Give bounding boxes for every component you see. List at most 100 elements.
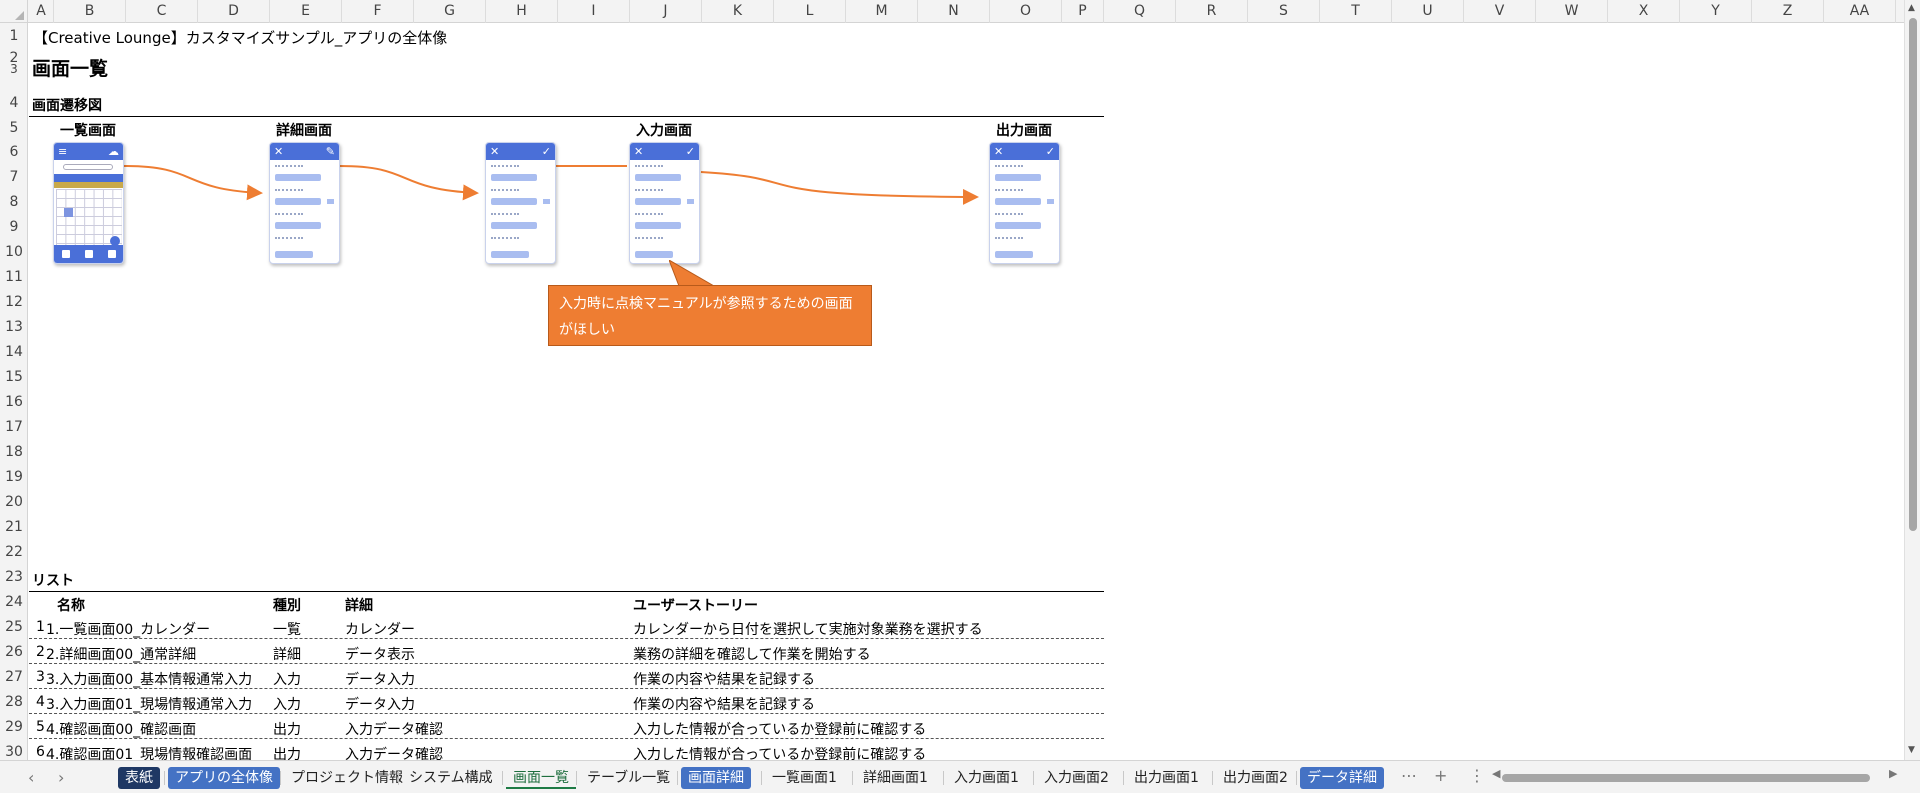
column-header[interactable]: N [918,0,990,23]
row-header[interactable]: 26 [0,640,27,665]
tab-prev-icon[interactable]: ‹ [28,768,34,787]
column-header[interactable]: K [702,0,774,23]
sheet-tab[interactable]: 入力画面2 [1037,767,1116,789]
sheet-tab[interactable]: 出力画面1 [1127,767,1206,789]
scroll-right-icon[interactable]: ▶ [1889,767,1897,780]
column-header[interactable]: L [774,0,846,23]
horizontal-scrollbar[interactable] [1502,773,1886,783]
scroll-down-icon: ▼ [1908,745,1915,755]
row-header[interactable]: 14 [0,340,27,365]
row-header[interactable]: 20 [0,490,27,515]
check-icon: ✓ [685,145,695,158]
callout-note[interactable]: 入力時に点検マニュアルが参照するための画面がほしい [548,285,872,346]
sheet-tab[interactable]: プロジェクト情報 [284,767,410,789]
column-header[interactable]: G [414,0,486,23]
column-header[interactable]: S [1248,0,1320,23]
column-header[interactable]: R [1176,0,1248,23]
tab-separator [1212,771,1213,785]
phone-mock-list-screen: ≡ ☁ [53,142,124,264]
close-icon: ✕ [994,145,1004,158]
sheet-tab[interactable]: 一覧画面1 [765,767,844,789]
column-header[interactable]: Q [1104,0,1176,23]
sheet-tab[interactable]: データ詳細 [1300,767,1384,789]
sheet-tab[interactable]: テーブル一覧 [580,767,677,789]
column-header[interactable]: B [54,0,126,23]
sheet-tab[interactable]: 詳細画面1 [856,767,935,789]
horizontal-scroll-thumb[interactable] [1502,774,1870,782]
column-header[interactable]: F [342,0,414,23]
row-header[interactable]: 22 [0,540,27,565]
row-header[interactable]: 11 [0,265,27,290]
row-header[interactable]: 12 [0,290,27,315]
search-field-icon [63,164,113,170]
column-header[interactable]: Z [1752,0,1824,23]
sheet-tab[interactable]: 画面一覧 [506,767,576,789]
column-header[interactable]: T [1320,0,1392,23]
column-header[interactable]: X [1608,0,1680,23]
sheet-options-icon[interactable]: ⋮ [1469,766,1485,785]
sheet-tab[interactable]: 入力画面1 [947,767,1026,789]
column-header[interactable]: Y [1680,0,1752,23]
column-header[interactable]: V [1464,0,1536,23]
row-header[interactable]: 24 [0,590,27,615]
row-header[interactable]: 17 [0,415,27,440]
column-header[interactable]: I [558,0,630,23]
row-header[interactable]: 15 [0,365,27,390]
add-sheet-icon[interactable]: + [1434,766,1447,785]
tab-separator [398,771,399,785]
column-header[interactable]: D [198,0,270,23]
column-header[interactable]: U [1392,0,1464,23]
vertical-scrollbar[interactable]: ▲ ▼ [1904,0,1920,760]
column-header[interactable]: C [126,0,198,23]
vertical-scroll-thumb[interactable] [1909,18,1917,531]
column-header[interactable]: AA [1824,0,1896,23]
phone-mock-output-screen: ✕ ✓ [989,142,1060,264]
row-header[interactable]: 3 [0,63,27,75]
list-row-separator [29,688,1104,689]
list-row-name: 1.一覧画面00_カレンダー [46,622,211,638]
sheet-tab[interactable]: アプリの全体像 [168,767,280,789]
sheet-grid[interactable]: 【Creative Lounge】カスタマイズサンプル_アプリの全体像 画面一覧… [29,24,1904,760]
list-row-detail: データ表示 [345,647,415,663]
row-header[interactable]: 21 [0,515,27,540]
row-header[interactable]: 6 [0,140,27,165]
tab-next-icon[interactable]: › [58,768,64,787]
column-header[interactable]: O [990,0,1062,23]
column-header[interactable]: E [270,0,342,23]
sheet-tab[interactable]: 画面詳細 [681,767,751,789]
column-header[interactable]: M [846,0,918,23]
close-icon: ✕ [490,145,500,158]
row-header[interactable]: 10 [0,240,27,265]
menu-icon: ≡ [58,145,68,158]
list-row-separator [29,663,1104,664]
row-header[interactable]: 30 [0,740,27,760]
row-header[interactable]: 9 [0,215,27,240]
row-header[interactable]: 25 [0,615,27,640]
row-header[interactable]: 27 [0,665,27,690]
row-header[interactable]: 1 [0,25,27,47]
scroll-left-icon[interactable]: ◀ [1492,767,1500,780]
column-header[interactable]: H [486,0,558,23]
column-header[interactable]: W [1536,0,1608,23]
row-header[interactable]: 19 [0,465,27,490]
row-header[interactable]: 28 [0,690,27,715]
row-header[interactable]: 23 [0,565,27,590]
column-header[interactable]: J [630,0,702,23]
sheet-tab[interactable]: 表紙 [118,767,160,789]
row-header[interactable]: 4 [0,91,27,115]
row-header[interactable]: 5 [0,116,27,140]
select-all-corner[interactable] [0,0,28,23]
row-header[interactable]: 8 [0,190,27,215]
row-header[interactable]: 16 [0,390,27,415]
column-header[interactable]: P [1062,0,1104,23]
row-header[interactable]: 7 [0,165,27,190]
list-row-story: 入力した情報が合っているか登録前に確認する [633,722,927,738]
row-header[interactable]: 29 [0,715,27,740]
column-header[interactable]: A [29,0,54,23]
sheet-tab[interactable]: システム構成 [402,767,500,789]
sheet-tab[interactable]: 出力画面2 [1216,767,1295,789]
more-tabs-icon[interactable]: ⋯ [1401,766,1417,785]
row-header[interactable]: 13 [0,315,27,340]
row-header[interactable]: 18 [0,440,27,465]
scroll-up-icon: ▲ [1908,3,1915,13]
